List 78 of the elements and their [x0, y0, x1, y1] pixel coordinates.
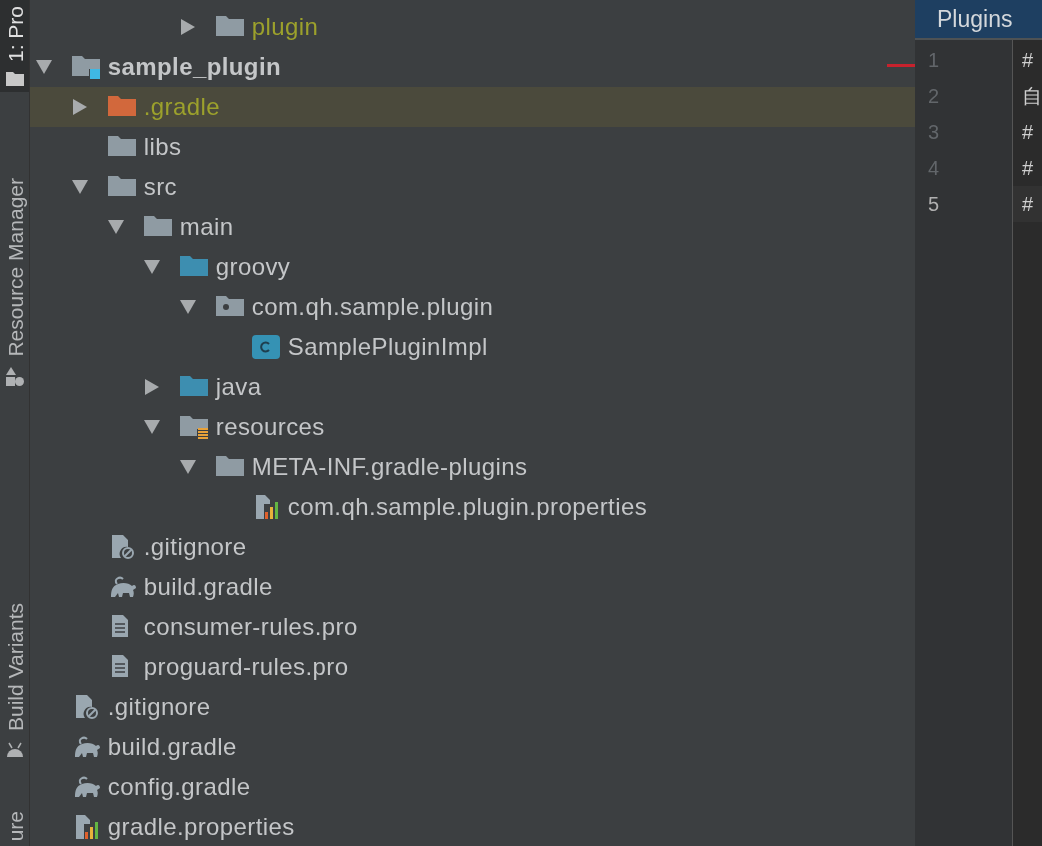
tree-item-label: gradle.properties: [107, 815, 295, 839]
tree-row[interactable]: SamplePluginImpl: [29, 327, 915, 367]
code-line: #: [1021, 120, 1035, 145]
tree-item-label: main: [179, 215, 234, 239]
tree-row[interactable]: build.gradle: [29, 567, 915, 607]
collapse-arrow-icon[interactable]: [179, 299, 196, 315]
tree-item-label: proguard-rules.pro: [143, 655, 349, 679]
tree-row[interactable]: main: [29, 207, 915, 247]
folder-icon: [6, 72, 24, 86]
folder-icon: [107, 135, 136, 159]
tree-item-label: config.gradle: [107, 775, 251, 799]
class-icon: [251, 335, 280, 359]
tree-item-label: .gitignore: [143, 535, 247, 559]
tree-row[interactable]: .gitignore: [29, 687, 915, 727]
tree-item-label: java: [215, 375, 262, 399]
tree-item-label: src: [143, 175, 177, 199]
tree-item-label: build.gradle: [107, 735, 237, 759]
android-icon: [6, 741, 24, 757]
editor-tab[interactable]: Plugins: [915, 0, 1042, 40]
collapse-arrow-icon[interactable]: [71, 179, 88, 195]
tree-row[interactable]: .gitignore: [29, 527, 915, 567]
collapse-arrow-icon[interactable]: [143, 419, 160, 435]
folder-icon: [215, 455, 244, 479]
tree-row[interactable]: resources: [29, 407, 915, 447]
collapse-arrow-icon[interactable]: [107, 219, 124, 235]
collapse-arrow-icon[interactable]: [143, 259, 160, 275]
tree-item-label: com.qh.sample.plugin: [251, 295, 494, 319]
code-line: #: [1021, 156, 1035, 181]
tree-row[interactable]: java: [29, 367, 915, 407]
folder-icon: [179, 255, 208, 279]
tree-row[interactable]: plugin: [29, 7, 915, 47]
tree-row[interactable]: com.qh.sample.plugin.properties: [29, 487, 915, 527]
folder-icon: [107, 175, 136, 199]
folder-icon: [215, 15, 244, 39]
tree-item-label: .gitignore: [107, 695, 211, 719]
code-line: 自: [1021, 84, 1042, 109]
tree-row[interactable]: proguard-rules.pro: [29, 647, 915, 687]
package-icon: [215, 295, 244, 319]
tree-row[interactable]: .gradle: [29, 87, 915, 127]
tool-window-tab[interactable]: 1: Pro: [0, 0, 29, 92]
tree-row[interactable]: sample_plugin: [29, 47, 915, 87]
collapse-arrow-icon[interactable]: [35, 59, 52, 75]
tree-item-label: META-INF.gradle-plugins: [251, 455, 528, 479]
expand-arrow-icon[interactable]: [71, 99, 88, 115]
shapes-icon: [6, 367, 24, 387]
tree-row[interactable]: src: [29, 167, 915, 207]
tree-row[interactable]: groovy: [29, 247, 915, 287]
tree-row[interactable]: libs: [29, 127, 915, 167]
tree-row[interactable]: META-INF.gradle-plugins: [29, 447, 915, 487]
folder-icon: [107, 95, 136, 119]
tool-window-tab[interactable]: ure: [0, 805, 29, 846]
folder-icon: [143, 215, 172, 239]
expand-arrow-icon[interactable]: [143, 379, 160, 395]
tree-row[interactable]: com.qh.sample.plugin: [29, 287, 915, 327]
tree-row[interactable]: gradle.properties: [29, 807, 915, 846]
line-number: 5: [927, 192, 941, 217]
collapse-arrow-icon[interactable]: [179, 459, 196, 475]
tree-row[interactable]: config.gradle: [29, 767, 915, 807]
tree-item-label: groovy: [215, 255, 291, 279]
tree-item-label: plugin: [251, 15, 319, 39]
expand-arrow-icon[interactable]: [179, 19, 196, 35]
tree-item-label: .gradle: [143, 95, 220, 119]
tree-item-label: com.qh.sample.plugin.properties: [287, 495, 648, 519]
tool-window-tab[interactable]: Resource Manager: [0, 140, 29, 395]
tree-item-label: sample_plugin: [107, 55, 282, 79]
tool-window-tab[interactable]: Build Variants: [0, 565, 29, 765]
folder-icon: [179, 375, 208, 399]
tree-row[interactable]: build.gradle: [29, 727, 915, 767]
code-line: #: [1021, 48, 1035, 73]
tree-item-label: consumer-rules.pro: [143, 615, 358, 639]
tree-item-label: build.gradle: [143, 575, 273, 599]
module-folder-icon: [71, 55, 100, 79]
tree-item-label: libs: [143, 135, 182, 159]
tree-item-label: SamplePluginImpl: [287, 335, 488, 359]
error-marker: [887, 64, 915, 67]
resource-folder-icon: [179, 415, 208, 439]
tree-row[interactable]: consumer-rules.pro: [29, 607, 915, 647]
tree-item-label: resources: [215, 415, 325, 439]
